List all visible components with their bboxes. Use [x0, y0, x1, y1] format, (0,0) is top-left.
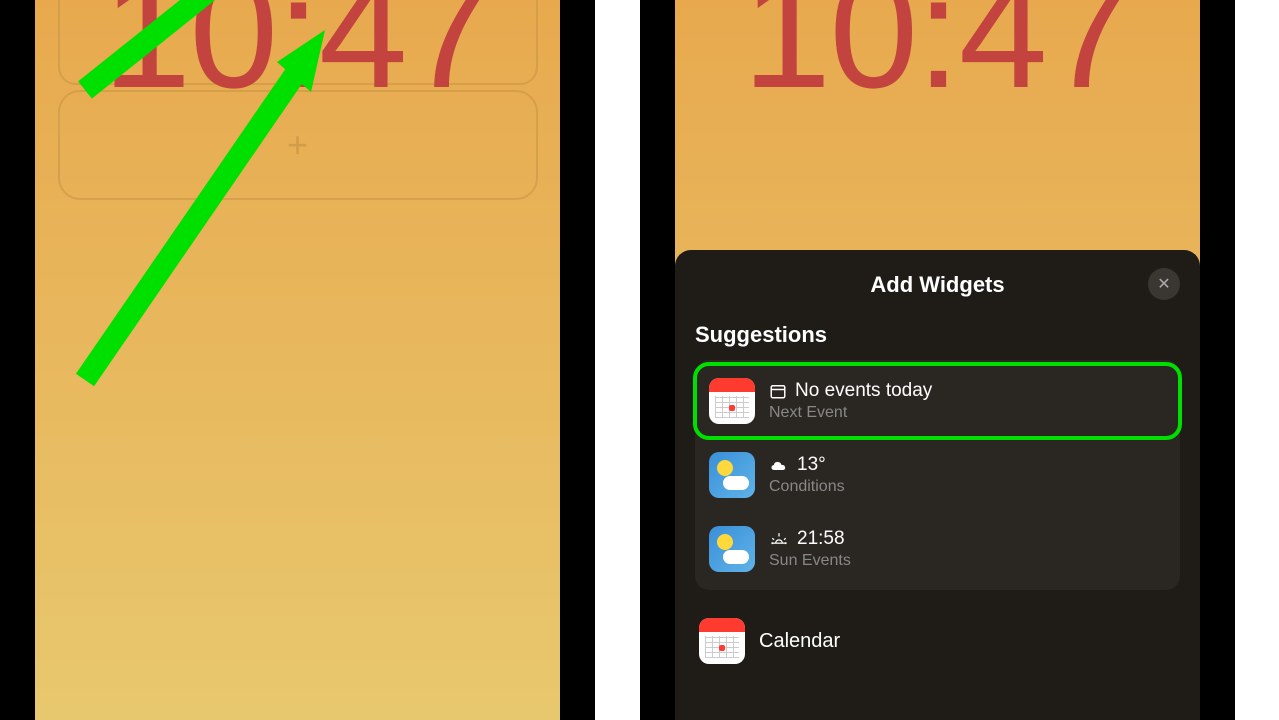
- suggestion-title: 13°: [797, 454, 826, 476]
- cloud-icon: [769, 458, 789, 472]
- suggestion-content: 21:58 Sun Events: [769, 528, 1166, 570]
- phone-left: 10:47 +: [0, 0, 595, 720]
- suggestion-title: No events today: [795, 380, 932, 402]
- lock-screen: 10:47 +: [35, 0, 560, 720]
- app-list-label: Calendar: [759, 630, 840, 653]
- suggestion-weather-conditions[interactable]: 13° Conditions: [695, 438, 1180, 512]
- suggestion-weather-sun-events[interactable]: 21:58 Sun Events: [695, 512, 1180, 586]
- sunrise-icon: [769, 531, 789, 547]
- panel-title: Add Widgets: [695, 272, 1180, 298]
- clock-time: 10:47: [742, 0, 1132, 124]
- calendar-outline-icon: [769, 382, 787, 400]
- suggestions-label: Suggestions: [695, 322, 1180, 348]
- calendar-app-icon: [699, 618, 745, 664]
- add-widget-slot[interactable]: +: [58, 90, 538, 200]
- close-icon: ✕: [1157, 274, 1170, 294]
- suggestion-content: 13° Conditions: [769, 454, 1166, 496]
- weather-app-icon: [709, 526, 755, 572]
- suggestion-content: No events today Next Event: [769, 380, 1166, 422]
- app-list-calendar[interactable]: Calendar: [695, 604, 1180, 664]
- suggestion-subtitle: Sun Events: [769, 552, 1166, 570]
- suggestions-group: No events today Next Event 13°: [695, 360, 1180, 590]
- suggestion-subtitle: Conditions: [769, 478, 1166, 496]
- suggestion-calendar-next-event[interactable]: No events today Next Event: [695, 364, 1180, 438]
- phone-right: 10:47 Add Widgets ✕ Suggestions No event…: [640, 0, 1235, 720]
- suggestion-title: 21:58: [797, 528, 845, 550]
- plus-icon: +: [287, 124, 308, 166]
- close-button[interactable]: ✕: [1148, 268, 1180, 300]
- calendar-app-icon: [709, 378, 755, 424]
- lock-screen: 10:47 Add Widgets ✕ Suggestions No event…: [675, 0, 1200, 720]
- add-widgets-panel: Add Widgets ✕ Suggestions No events toda…: [675, 250, 1200, 720]
- weather-app-icon: [709, 452, 755, 498]
- suggestion-subtitle: Next Event: [769, 404, 1166, 422]
